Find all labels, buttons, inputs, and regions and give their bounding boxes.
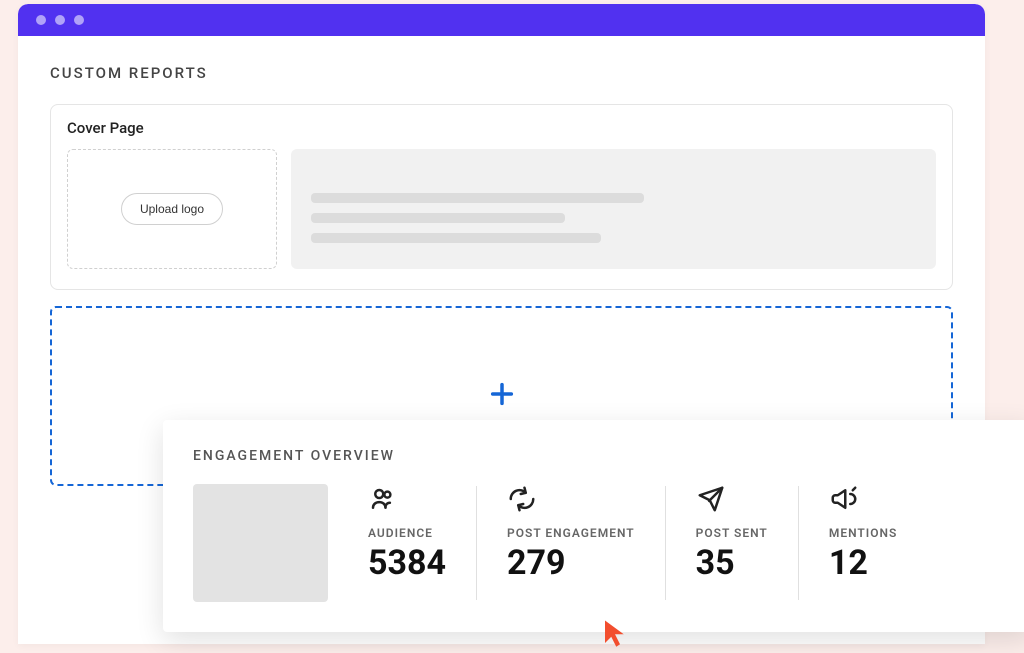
metric-audience: AUDIENCE 5384 <box>368 484 476 602</box>
overview-thumbnail <box>193 484 328 602</box>
metric-label: MENTIONS <box>829 526 898 540</box>
metric-value: 12 <box>829 546 898 580</box>
plus-icon <box>488 380 516 412</box>
megaphone-icon <box>829 484 898 516</box>
cover-page-title: Cover Page <box>67 119 936 137</box>
metric-value: 279 <box>507 546 635 580</box>
engagement-icon <box>507 484 635 516</box>
metric-label: POST SENT <box>696 526 768 540</box>
cover-text-placeholder <box>291 149 936 269</box>
window-titlebar <box>18 4 985 36</box>
metric-label: POST ENGAGEMENT <box>507 526 635 540</box>
upload-logo-button[interactable]: Upload logo <box>121 193 223 225</box>
metric-post-sent: POST SENT 35 <box>666 484 798 602</box>
placeholder-line <box>311 233 601 243</box>
send-icon <box>696 484 768 516</box>
page-content: CUSTOM REPORTS Cover Page Upload logo <box>18 36 985 486</box>
engagement-overview-card[interactable]: ENGAGEMENT OVERVIEW AUDIENCE 5384 <box>163 420 1024 632</box>
audience-icon <box>368 484 446 516</box>
overview-title: ENGAGEMENT OVERVIEW <box>193 448 1003 464</box>
placeholder-line <box>311 193 644 203</box>
metric-label: AUDIENCE <box>368 526 446 540</box>
placeholder-line <box>311 213 565 223</box>
cursor-icon <box>602 618 628 652</box>
metric-post-engagement: POST ENGAGEMENT 279 <box>477 484 665 602</box>
cover-page-card: Cover Page Upload logo <box>50 104 953 290</box>
cover-row: Upload logo <box>67 149 936 269</box>
window-control-dot <box>55 15 65 25</box>
metric-value: 35 <box>696 546 768 580</box>
window-control-dot <box>74 15 84 25</box>
metrics-row: AUDIENCE 5384 POST ENGAGEMENT 279 <box>193 484 1003 602</box>
page-title: CUSTOM REPORTS <box>50 64 953 82</box>
metric-value: 5384 <box>368 546 446 580</box>
window-control-dot <box>36 15 46 25</box>
metric-mentions: MENTIONS 12 <box>799 484 928 602</box>
logo-upload-box[interactable]: Upload logo <box>67 149 277 269</box>
